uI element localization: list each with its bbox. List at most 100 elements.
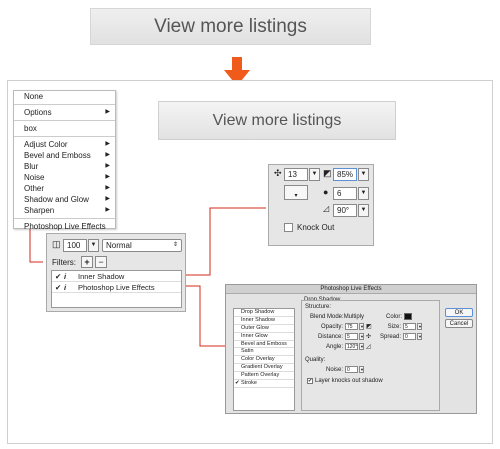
angle-field[interactable]: 90° (333, 204, 357, 217)
opacity-icon: ◩ (323, 168, 332, 178)
layer-knocks-checkbox[interactable]: ✔ (307, 378, 313, 384)
noise-dropdown[interactable]: ▼ (359, 366, 364, 373)
list-item[interactable]: ✔ Stroke (234, 380, 294, 388)
list-item[interactable]: ✔ i Inner Shadow (52, 272, 181, 282)
filters-list: ✔ i Inner Shadow ✔ i Photoshop Live Effe… (51, 270, 182, 308)
filters-panel: ◫ 100 ▼ Normal ⇕ Filters: + − ✔ i Inner S… (46, 233, 186, 312)
noise-label: Noise: (325, 367, 343, 373)
filters-label: Filters: (52, 258, 76, 267)
list-item[interactable]: Drop Shadow (234, 309, 294, 317)
submenu-arrow-icon: ▶ (105, 109, 110, 115)
ok-button[interactable]: OK (445, 308, 473, 317)
angle-icon: ◿ (366, 344, 371, 350)
opacity-dropdown[interactable]: ▼ (358, 168, 369, 181)
menu-item-adjust-color[interactable]: Adjust Color ▶ (14, 139, 115, 150)
list-item[interactable]: Satin (234, 348, 294, 357)
move-icon: ✣ (366, 334, 372, 340)
blend-mode-label: Blend Mode:Multiply (310, 314, 365, 320)
filter-label: Inner Shadow (78, 272, 125, 281)
size-field[interactable]: 5 (403, 323, 416, 330)
list-item[interactable]: ✔ i Photoshop Live Effects (52, 283, 181, 293)
layer-knocks-label: Layer knocks out shadow (315, 378, 383, 384)
angle-dropdown[interactable]: ▼ (359, 343, 364, 350)
list-item[interactable]: Gradient Overlay (234, 364, 294, 373)
submenu-arrow-icon: ▶ (105, 152, 110, 158)
angle-label: Angle: (325, 344, 343, 350)
live-effects-dialog: Photoshop Live Effects Drop Shadow Inner… (225, 284, 477, 414)
list-item[interactable]: Outer Glow (234, 325, 294, 333)
blur-field[interactable]: 6 (333, 187, 357, 200)
structure-label: Structure: (305, 304, 332, 310)
distance-label: Distance: (317, 334, 343, 340)
spread-field[interactable]: 0 (403, 333, 416, 340)
blur-icon: ● (323, 187, 329, 197)
submenu-arrow-icon: ▶ (105, 185, 110, 191)
opacity-label: Opacity: (320, 324, 343, 330)
blend-mode-select[interactable]: Normal ⇕ (102, 239, 182, 252)
menu-item-options[interactable]: Options ▶ (14, 107, 115, 118)
submenu-arrow-icon: ▶ (105, 141, 110, 147)
opacity-field[interactable]: 85% (333, 168, 357, 181)
angle-icon: ◿ (323, 204, 330, 213)
distance-dropdown[interactable]: ▼ (359, 333, 364, 340)
submenu-arrow-icon: ▶ (105, 196, 110, 202)
menu-item-noise[interactable]: Noise ▶ (14, 172, 115, 183)
info-icon[interactable]: i (64, 272, 66, 281)
noise-field[interactable]: 0 (345, 366, 358, 373)
distance-field[interactable]: 5 (345, 333, 358, 340)
layer-opacity-dropdown[interactable]: ▼ (88, 239, 99, 252)
check-icon[interactable]: ✔ (55, 272, 61, 281)
color-label: Color: (385, 314, 402, 320)
offset-field[interactable]: 13 (284, 168, 308, 181)
menu-item-blur[interactable]: Blur ▶ (14, 161, 115, 172)
menu-separator (14, 104, 115, 105)
layer-opacity-field[interactable]: 100 (63, 239, 87, 252)
list-item[interactable]: Bevel and Emboss (234, 341, 294, 349)
size-dropdown[interactable]: ▼ (417, 323, 422, 330)
shadow-settings-panel: ✣ 13 ▼ ◩ 85% ▼ ▾ ● 6 ▼ ◿ 90° ▼ Knock Out (268, 164, 374, 246)
opacity-dropdown[interactable]: ▼ (359, 323, 364, 330)
spread-label: Spread: (379, 334, 401, 340)
menu-separator (14, 218, 115, 219)
view-more-listings-button-top[interactable]: View more listings (90, 8, 371, 45)
menu-item-photoshop-live-effects[interactable]: Photoshop Live Effects (14, 221, 115, 232)
list-item[interactable]: Pattern Overlay (234, 372, 294, 381)
quality-label: Quality: (305, 357, 326, 363)
cancel-button[interactable]: Cancel (445, 319, 473, 328)
info-icon[interactable]: i (64, 283, 66, 292)
submenu-arrow-icon: ▶ (105, 163, 110, 169)
menu-item-shadow-and-glow[interactable]: Shadow and Glow ▶ (14, 194, 115, 205)
list-item[interactable]: Color Overlay (234, 356, 294, 365)
dialog-title: Photoshop Live Effects (226, 285, 476, 294)
list-item[interactable]: Inner Shadow (234, 317, 294, 325)
size-label: Size: (387, 324, 401, 330)
check-icon[interactable]: ✔ (55, 283, 61, 292)
filter-label: Photoshop Live Effects (78, 283, 155, 292)
menu-item-sharpen[interactable]: Sharpen ▶ (14, 205, 115, 216)
effects-list: Drop Shadow Inner Shadow Outer Glow Inne… (233, 308, 295, 411)
list-item[interactable]: Inner Glow (234, 333, 294, 341)
submenu-arrow-icon: ▶ (105, 207, 110, 213)
remove-filter-button[interactable]: − (95, 256, 107, 268)
offset-dropdown[interactable]: ▼ (309, 168, 320, 181)
check-icon: ✔ (235, 380, 240, 387)
shadow-color-swatch[interactable] (404, 313, 412, 320)
add-filter-button[interactable]: + (81, 256, 93, 268)
knockout-label: Knock Out (297, 223, 335, 232)
opacity-field[interactable]: 75 (345, 323, 358, 330)
spread-dropdown[interactable]: ▼ (417, 333, 422, 340)
shadow-color-swatch[interactable]: ▾ (284, 185, 308, 200)
view-more-listings-button[interactable]: View more listings (158, 101, 396, 140)
move-icon: ✣ (274, 168, 282, 178)
menu-item-bevel-and-emboss[interactable]: Bevel and Emboss ▶ (14, 150, 115, 161)
knockout-checkbox[interactable] (284, 223, 293, 232)
menu-item-other[interactable]: Other ▶ (14, 183, 115, 194)
menu-item-none[interactable]: None (14, 91, 115, 102)
filter-context-menu: None Options ▶ box Adjust Color ▶ Bevel an… (13, 90, 116, 232)
menu-separator (14, 120, 115, 121)
opacity-icon: ◩ (366, 324, 372, 330)
menu-item-box[interactable]: box (14, 123, 115, 134)
angle-field[interactable]: 120° (345, 343, 358, 350)
angle-dropdown[interactable]: ▼ (358, 204, 369, 217)
blur-dropdown[interactable]: ▼ (358, 187, 369, 200)
